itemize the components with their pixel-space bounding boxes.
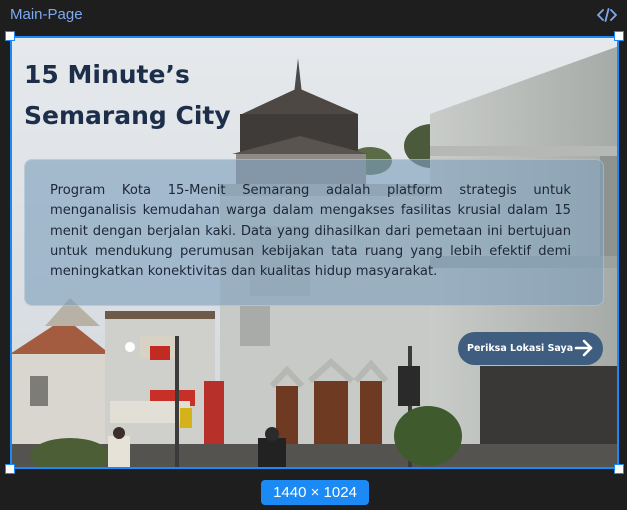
check-location-button[interactable]: Periksa Lokasi Saya — [458, 332, 603, 365]
frame-name-label[interactable]: Main-Page — [10, 6, 83, 23]
description-card: Program Kota 15-Menit Semarang adalah pl… — [24, 159, 604, 306]
description-text: Program Kota 15-Menit Semarang adalah pl… — [50, 183, 571, 280]
resize-handle-bottom-right[interactable] — [614, 464, 624, 474]
resize-handle-top-left[interactable] — [5, 31, 15, 41]
arrow-right-icon — [574, 339, 593, 357]
page-title: 15 Minute’s Semarang City — [24, 60, 231, 130]
code-icon[interactable] — [597, 7, 617, 23]
main-page-frame[interactable]: 15 Minute’s Semarang City Program Kota 1… — [10, 36, 619, 469]
editor-top-bar: Main-Page — [0, 0, 627, 32]
check-location-label: Periksa Lokasi Saya — [467, 343, 574, 354]
resize-handle-top-right[interactable] — [614, 31, 624, 41]
resize-handle-bottom-left[interactable] — [5, 464, 15, 474]
frame-size-badge: 1440 × 1024 — [261, 480, 369, 505]
